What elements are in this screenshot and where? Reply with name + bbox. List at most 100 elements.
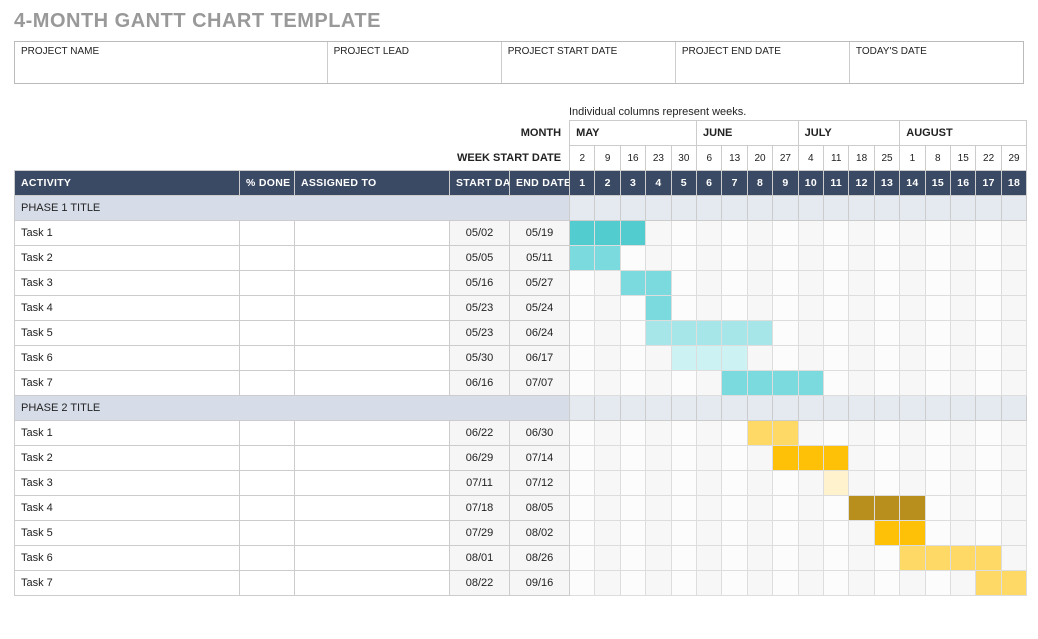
task-pct-done[interactable] (240, 371, 295, 396)
gantt-cell (798, 296, 823, 321)
task-pct-done[interactable] (240, 546, 295, 571)
task-start-date[interactable]: 07/29 (450, 521, 510, 546)
gantt-cell (722, 496, 747, 521)
task-end-date[interactable]: 05/11 (510, 246, 570, 271)
task-pct-done[interactable] (240, 496, 295, 521)
todays-date-input[interactable] (850, 59, 1023, 83)
task-end-date[interactable]: 08/05 (510, 496, 570, 521)
task-assigned-to[interactable] (295, 521, 450, 546)
task-name[interactable]: Task 1 (15, 421, 240, 446)
task-start-date[interactable]: 05/02 (450, 221, 510, 246)
task-start-date[interactable]: 05/05 (450, 246, 510, 271)
task-pct-done[interactable] (240, 346, 295, 371)
task-pct-done[interactable] (240, 446, 295, 471)
gantt-cell (1001, 271, 1026, 296)
task-end-date[interactable]: 05/24 (510, 296, 570, 321)
project-start-date-input[interactable] (502, 59, 675, 83)
task-assigned-to[interactable] (295, 496, 450, 521)
task-assigned-to[interactable] (295, 271, 450, 296)
task-name[interactable]: Task 4 (15, 296, 240, 321)
task-name[interactable]: Task 5 (15, 521, 240, 546)
task-start-date[interactable]: 08/22 (450, 571, 510, 596)
project-lead-input[interactable] (328, 59, 501, 83)
task-name[interactable]: Task 7 (15, 371, 240, 396)
task-name[interactable]: Task 7 (15, 571, 240, 596)
task-start-date[interactable]: 05/30 (450, 346, 510, 371)
project-end-date-input[interactable] (676, 59, 849, 83)
task-assigned-to[interactable] (295, 421, 450, 446)
task-pct-done[interactable] (240, 221, 295, 246)
task-pct-done[interactable] (240, 246, 295, 271)
task-start-date[interactable]: 07/18 (450, 496, 510, 521)
task-start-date[interactable]: 06/29 (450, 446, 510, 471)
task-assigned-to[interactable] (295, 346, 450, 371)
task-assigned-to[interactable] (295, 471, 450, 496)
task-end-date[interactable]: 05/19 (510, 221, 570, 246)
gantt-cell (722, 346, 747, 371)
gantt-cell (646, 496, 671, 521)
task-end-date[interactable]: 07/12 (510, 471, 570, 496)
task-pct-done[interactable] (240, 571, 295, 596)
task-assigned-to[interactable] (295, 221, 450, 246)
gantt-cell (620, 421, 645, 446)
task-name[interactable]: Task 4 (15, 496, 240, 521)
task-start-date[interactable]: 08/01 (450, 546, 510, 571)
gantt-cell (824, 321, 849, 346)
gantt-cell (646, 521, 671, 546)
task-end-date[interactable]: 08/02 (510, 521, 570, 546)
gantt-cell (1001, 246, 1026, 271)
task-assigned-to[interactable] (295, 321, 450, 346)
task-name[interactable]: Task 3 (15, 271, 240, 296)
todays-date-label: TODAY'S DATE (850, 42, 1023, 59)
gantt-cell (697, 521, 722, 546)
task-assigned-to[interactable] (295, 296, 450, 321)
task-start-date[interactable]: 06/22 (450, 421, 510, 446)
task-start-date[interactable]: 05/16 (450, 271, 510, 296)
task-pct-done[interactable] (240, 271, 295, 296)
task-name[interactable]: Task 6 (15, 346, 240, 371)
gantt-cell (798, 446, 823, 471)
gantt-cell (697, 371, 722, 396)
gantt-cell (951, 546, 976, 571)
task-name[interactable]: Task 2 (15, 246, 240, 271)
task-assigned-to[interactable] (295, 546, 450, 571)
task-pct-done[interactable] (240, 421, 295, 446)
gantt-cell (951, 446, 976, 471)
gantt-cell (798, 371, 823, 396)
gantt-cell (900, 296, 925, 321)
task-name[interactable]: Task 6 (15, 546, 240, 571)
project-name-input[interactable] (15, 59, 327, 83)
task-start-date[interactable]: 05/23 (450, 321, 510, 346)
task-end-date[interactable]: 07/07 (510, 371, 570, 396)
task-end-date[interactable]: 08/26 (510, 546, 570, 571)
task-end-date[interactable]: 06/17 (510, 346, 570, 371)
gantt-cell (646, 196, 671, 221)
task-end-date[interactable]: 05/27 (510, 271, 570, 296)
task-end-date[interactable]: 06/24 (510, 321, 570, 346)
task-pct-done[interactable] (240, 321, 295, 346)
task-pct-done[interactable] (240, 521, 295, 546)
gantt-cell (646, 321, 671, 346)
task-assigned-to[interactable] (295, 371, 450, 396)
task-pct-done[interactable] (240, 296, 295, 321)
task-start-date[interactable]: 05/23 (450, 296, 510, 321)
task-end-date[interactable]: 06/30 (510, 421, 570, 446)
week-start-date: 2 (570, 146, 595, 171)
task-name[interactable]: Task 5 (15, 321, 240, 346)
task-end-date[interactable]: 09/16 (510, 571, 570, 596)
task-name[interactable]: Task 1 (15, 221, 240, 246)
task-assigned-to[interactable] (295, 446, 450, 471)
task-start-date[interactable]: 06/16 (450, 371, 510, 396)
gantt-cell (824, 521, 849, 546)
gantt-cell (595, 221, 620, 246)
week-number-header: 11 (824, 171, 849, 196)
task-start-date[interactable]: 07/11 (450, 471, 510, 496)
task-name[interactable]: Task 3 (15, 471, 240, 496)
gantt-cell (620, 446, 645, 471)
task-assigned-to[interactable] (295, 246, 450, 271)
task-name[interactable]: Task 2 (15, 446, 240, 471)
task-assigned-to[interactable] (295, 571, 450, 596)
task-row: Task 7 08/2209/16 (15, 571, 1027, 596)
task-pct-done[interactable] (240, 471, 295, 496)
task-end-date[interactable]: 07/14 (510, 446, 570, 471)
